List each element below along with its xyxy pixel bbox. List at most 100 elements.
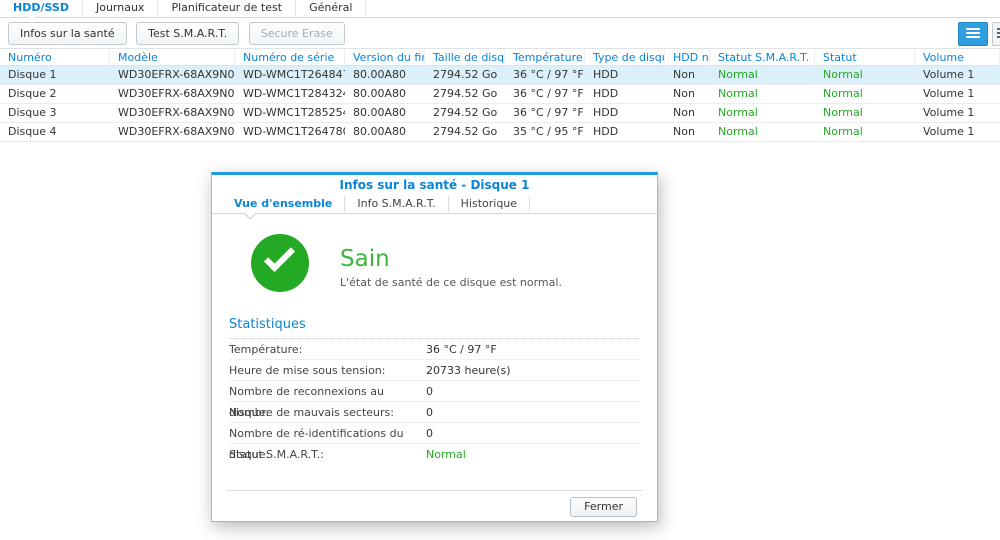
table-cell: WD30EFRX-68AX9N0 xyxy=(110,104,235,122)
stat-row: Heure de mise sous tension:20733 heure(s… xyxy=(229,360,640,381)
table-cell: Normal xyxy=(815,104,915,122)
list-view-icon xyxy=(966,28,980,30)
stat-label: Nombre de mauvais secteurs: xyxy=(229,402,426,422)
table-cell: Disque 2 xyxy=(0,85,110,103)
stat-label: Heure de mise sous tension: xyxy=(229,360,426,380)
column-header[interactable]: Version du firm... xyxy=(345,49,425,65)
column-header[interactable]: Numéro de série xyxy=(235,49,345,65)
stat-row: Température:36 °C / 97 °F xyxy=(229,339,640,360)
column-header[interactable]: Type de disque xyxy=(585,49,665,65)
tab-journaux[interactable]: Journaux xyxy=(83,0,158,16)
table-cell: 2794.52 Go xyxy=(425,85,505,103)
table-cell: Normal xyxy=(710,85,815,103)
table-cell: Non xyxy=(665,66,710,84)
table-cell: Normal xyxy=(710,104,815,122)
table-cell: Normal xyxy=(815,123,915,141)
detail-view-button[interactable] xyxy=(992,22,1000,46)
stat-value: 0 xyxy=(426,423,433,443)
table-cell: Disque 1 xyxy=(0,66,110,84)
column-header[interactable]: Numéro xyxy=(0,49,110,65)
dialog-title: Infos sur la santé - Disque 1 xyxy=(212,175,657,196)
table-cell: HDD xyxy=(585,85,665,103)
table-cell: Volume 1 xyxy=(915,85,1000,103)
close-button[interactable]: Fermer xyxy=(570,497,637,517)
table-cell: 2794.52 Go xyxy=(425,66,505,84)
health-info-dialog: Infos sur la santé - Disque 1 Vue d'ense… xyxy=(211,172,658,522)
table-row[interactable]: Disque 3WD30EFRX-68AX9N0WD-WMC1T28525488… xyxy=(0,104,1000,123)
table-cell: 36 °C / 97 °F xyxy=(505,85,585,103)
check-circle-icon xyxy=(251,234,309,292)
tab-planificateur-de-test[interactable]: Planificateur de test xyxy=(158,0,296,16)
statistics-heading: Statistiques xyxy=(229,317,640,339)
table-cell: 80.00A80 xyxy=(345,85,425,103)
stat-row: Statut S.M.A.R.T.:Normal xyxy=(229,444,640,465)
stat-row: Nombre de reconnexions au disque:0 xyxy=(229,381,640,402)
stat-label: Nombre de reconnexions au disque: xyxy=(229,381,426,401)
health-status: Sain xyxy=(340,246,562,272)
table-cell: WD30EFRX-68AX9N0 xyxy=(110,66,235,84)
table-cell: Non xyxy=(665,123,710,141)
table-cell: 2794.52 Go xyxy=(425,123,505,141)
dialog-content: Sain L'état de santé de ce disque est no… xyxy=(212,234,657,465)
table-cell: Normal xyxy=(710,66,815,84)
table-cell: WD30EFRX-68AX9N0 xyxy=(110,85,235,103)
table-cell: 2794.52 Go xyxy=(425,104,505,122)
stat-value: Normal xyxy=(426,444,466,465)
list-view-button[interactable] xyxy=(958,22,988,46)
table-cell: Non xyxy=(665,104,710,122)
column-header[interactable]: Statut xyxy=(815,49,915,65)
dialog-tab-history[interactable]: Historique xyxy=(449,196,530,212)
table-cell: Non xyxy=(665,85,710,103)
table-cell: 80.00A80 xyxy=(345,104,425,122)
secure-erase-button[interactable]: Secure Erase xyxy=(249,22,345,45)
column-header[interactable]: Statut S.M.A.R.T. xyxy=(710,49,815,65)
dialog-footer: Fermer xyxy=(226,490,643,521)
stat-label: Température: xyxy=(229,339,426,359)
column-header[interactable]: HDD na... xyxy=(665,49,710,65)
column-header[interactable]: Taille de disque xyxy=(425,49,505,65)
stat-row: Nombre de mauvais secteurs:0 xyxy=(229,402,640,423)
table-row[interactable]: Disque 1WD30EFRX-68AX9N0WD-WMC1T26484798… xyxy=(0,66,1000,85)
stat-value: 0 xyxy=(426,402,433,422)
table-cell: 36 °C / 97 °F xyxy=(505,66,585,84)
table-cell: HDD xyxy=(585,66,665,84)
stat-value: 20733 heure(s) xyxy=(426,360,511,380)
health-description: L'état de santé de ce disque est normal. xyxy=(340,276,562,289)
tab-general[interactable]: Général xyxy=(296,0,366,16)
disk-table-header: NuméroModèleNuméro de sérieVersion du fi… xyxy=(0,48,1000,66)
health-info-button[interactable]: Infos sur la santé xyxy=(8,22,127,45)
stat-row: Nombre de ré-identifications du disque:0 xyxy=(229,423,640,444)
table-row[interactable]: Disque 4WD30EFRX-68AX9N0WD-WMC1T26478098… xyxy=(0,123,1000,142)
table-cell: Normal xyxy=(710,123,815,141)
stat-value: 36 °C / 97 °F xyxy=(426,339,497,359)
table-cell: WD-WMC1T2843249 xyxy=(235,85,345,103)
table-cell: 35 °C / 95 °F xyxy=(505,123,585,141)
table-cell: WD-WMC1T2852548 xyxy=(235,104,345,122)
stat-value: 0 xyxy=(426,381,433,401)
module-tab-bar: HDD/SSDJournauxPlanificateur de testGéné… xyxy=(0,0,1000,18)
health-summary: Sain L'état de santé de ce disque est no… xyxy=(229,234,640,292)
table-cell: WD-WMC1T2648479 xyxy=(235,66,345,84)
table-cell: 80.00A80 xyxy=(345,123,425,141)
table-cell: Volume 1 xyxy=(915,66,1000,84)
table-row[interactable]: Disque 2WD30EFRX-68AX9N0WD-WMC1T28432498… xyxy=(0,85,1000,104)
toolbar: Infos sur la santé Test S.M.A.R.T. Secur… xyxy=(0,18,1000,48)
smart-test-button[interactable]: Test S.M.A.R.T. xyxy=(136,22,239,45)
table-cell: 80.00A80 xyxy=(345,66,425,84)
disk-table: Disque 1WD30EFRX-68AX9N0WD-WMC1T26484798… xyxy=(0,66,1000,142)
table-cell: Volume 1 xyxy=(915,123,1000,141)
checkmark-icon xyxy=(264,241,295,272)
column-header[interactable]: Température xyxy=(505,49,585,65)
table-cell: Normal xyxy=(815,66,915,84)
dialog-tab-smart-info[interactable]: Info S.M.A.R.T. xyxy=(345,196,448,212)
column-header[interactable]: Volume xyxy=(915,49,1000,65)
column-header[interactable]: Modèle xyxy=(110,49,235,65)
dialog-tab-overview[interactable]: Vue d'ensemble xyxy=(222,196,345,212)
table-cell: HDD xyxy=(585,104,665,122)
table-cell: WD30EFRX-68AX9N0 xyxy=(110,123,235,141)
table-cell: Normal xyxy=(815,85,915,103)
table-cell: Disque 4 xyxy=(0,123,110,141)
tab-hdd-ssd[interactable]: HDD/SSD xyxy=(0,0,83,16)
stat-label: Statut S.M.A.R.T.: xyxy=(229,444,426,465)
table-cell: HDD xyxy=(585,123,665,141)
